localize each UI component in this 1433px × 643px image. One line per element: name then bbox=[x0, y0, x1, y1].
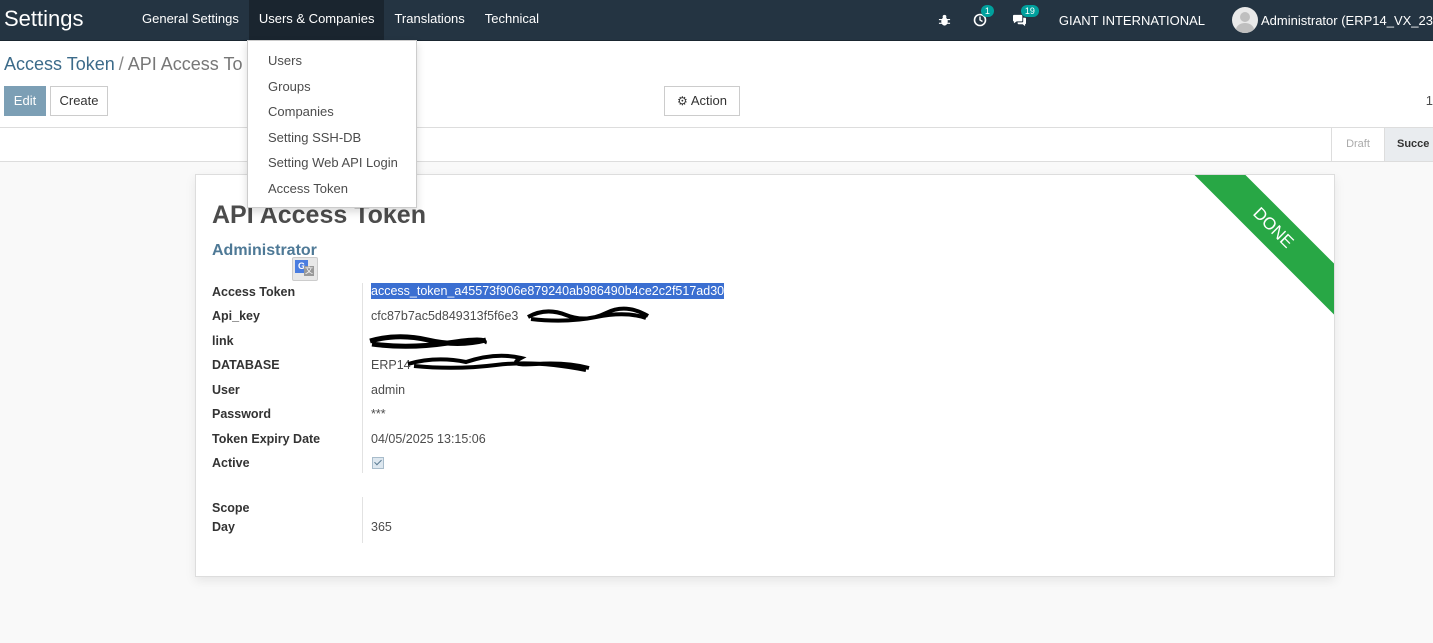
redaction-scribble-apikey bbox=[527, 306, 650, 323]
form-sheet: DONE API Access Token Administrator G文 A… bbox=[195, 174, 1335, 577]
database-value[interactable]: ERP14 bbox=[371, 358, 411, 372]
menu-users-companies[interactable]: Users & Companies bbox=[248, 0, 385, 40]
dropdown-item-groups[interactable]: Groups bbox=[268, 79, 311, 94]
avatar-icon bbox=[1232, 7, 1259, 33]
action-label: Action bbox=[690, 93, 727, 108]
active-checkbox[interactable] bbox=[372, 455, 384, 470]
dropdown-item-companies[interactable]: Companies bbox=[268, 104, 334, 119]
api-key-value[interactable]: cfc87b7ac5d849313f5f6e3 bbox=[371, 309, 518, 323]
password-value[interactable]: *** bbox=[371, 407, 386, 421]
field-divider bbox=[362, 283, 363, 473]
dropdown-item-web-api-login[interactable]: Setting Web API Login bbox=[268, 155, 398, 170]
scope-label: Scope bbox=[212, 501, 250, 515]
chat-icon[interactable]: 19 bbox=[1011, 5, 1039, 29]
day-value[interactable]: 365 bbox=[371, 520, 392, 534]
status-success[interactable]: Succe bbox=[1384, 128, 1433, 161]
redaction-scribble-link bbox=[369, 334, 487, 349]
breadcrumb-parent[interactable]: Access Token bbox=[4, 54, 115, 74]
messages-badge: 19 bbox=[1020, 5, 1039, 17]
expiry-value[interactable]: 04/05/2025 13:15:06 bbox=[371, 432, 486, 446]
user-value[interactable]: admin bbox=[371, 383, 405, 397]
checkmark-icon bbox=[372, 457, 384, 469]
status-bar: Draft Succe bbox=[0, 128, 1433, 162]
pager[interactable]: 1 bbox=[1426, 93, 1433, 108]
create-button[interactable]: Create bbox=[50, 86, 108, 116]
redaction-scribble-database bbox=[407, 353, 590, 372]
bug-icon[interactable] bbox=[936, 11, 954, 29]
active-label: Active bbox=[212, 456, 250, 470]
status-steps: Draft Succe bbox=[1331, 128, 1433, 161]
control-panel: Access Token / API Access To Edit Create ⚙… bbox=[0, 41, 1433, 128]
menu-general-settings[interactable]: General Settings bbox=[132, 0, 249, 40]
done-ribbon: DONE bbox=[1186, 175, 1334, 315]
field-divider-2 bbox=[362, 497, 363, 543]
password-label: Password bbox=[212, 407, 272, 421]
breadcrumb-separator: / bbox=[118, 54, 124, 74]
action-button[interactable]: ⚙ Action bbox=[664, 86, 740, 116]
breadcrumb-current: API Access To bbox=[127, 54, 243, 74]
users-companies-dropdown: Users Groups Companies Setting SSH-DB Se… bbox=[247, 40, 417, 208]
user-label: User bbox=[212, 383, 240, 397]
access-token-label: Access Token bbox=[212, 285, 296, 299]
dropdown-item-access-token[interactable]: Access Token bbox=[268, 181, 348, 196]
dropdown-item-users[interactable]: Users bbox=[268, 53, 302, 68]
systray: 1 19 GIANT INTERNATIONAL Administrator (… bbox=[936, 0, 1433, 40]
breadcrumb: Access Token / API Access To bbox=[4, 54, 242, 75]
edit-button[interactable]: Edit bbox=[4, 86, 46, 116]
menu-technical[interactable]: Technical bbox=[475, 0, 549, 40]
access-token-value[interactable]: access_token_a45573f906e879240ab986490b4… bbox=[371, 283, 725, 299]
app-brand[interactable]: Settings bbox=[4, 6, 84, 32]
day-label: Day bbox=[212, 520, 235, 534]
access-token-text: access_token_a45573f906e879240ab986490b4… bbox=[371, 283, 725, 299]
activity-badge: 1 bbox=[980, 5, 994, 17]
top-navbar: Settings General Settings Users & Compan… bbox=[0, 0, 1433, 41]
company-switcher[interactable]: GIANT INTERNATIONAL bbox=[1059, 13, 1205, 28]
dropdown-item-ssh-db[interactable]: Setting SSH-DB bbox=[268, 130, 361, 145]
translate-icon[interactable]: G文 bbox=[292, 257, 318, 281]
expiry-label: Token Expiry Date bbox=[212, 432, 321, 446]
clock-icon[interactable]: 1 bbox=[971, 5, 994, 29]
database-label: DATABASE bbox=[212, 358, 280, 372]
status-draft[interactable]: Draft bbox=[1331, 128, 1384, 161]
link-label: link bbox=[212, 334, 234, 348]
user-menu[interactable]: Administrator (ERP14_VX_23 bbox=[1232, 7, 1433, 33]
user-name: Administrator (ERP14_VX_23 bbox=[1261, 12, 1433, 28]
menu-translations[interactable]: Translations bbox=[384, 0, 474, 40]
gear-icon: ⚙ bbox=[677, 94, 688, 108]
main-menu: General Settings Users & Companies Trans… bbox=[132, 0, 549, 40]
api-key-label: Api_key bbox=[212, 309, 260, 323]
